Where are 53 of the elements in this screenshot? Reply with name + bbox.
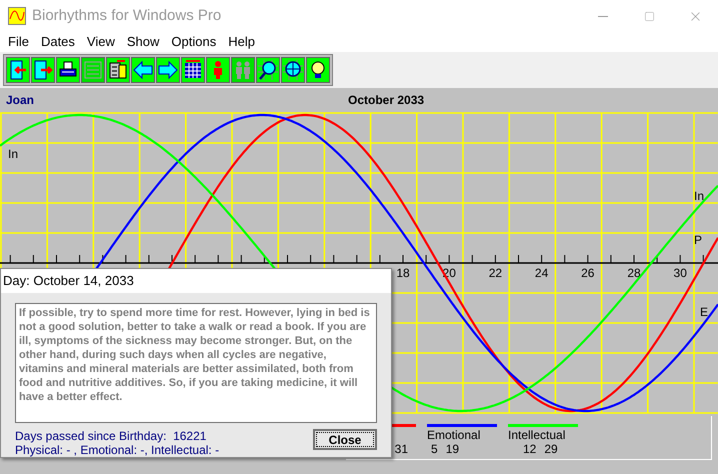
toolbar-button[interactable] — [106, 57, 130, 83]
menu-item[interactable]: Show — [120, 32, 166, 52]
legend-number: 5 — [431, 443, 438, 455]
legend-label: Emotional — [427, 428, 480, 442]
curve-label: P — [694, 233, 702, 247]
menu-item[interactable]: Dates — [34, 32, 81, 52]
two-people-icon — [233, 60, 253, 80]
day-label: 22 — [488, 266, 502, 280]
app-icon — [8, 7, 26, 25]
person-name: Joan — [5, 92, 36, 109]
day-label: 26 — [581, 266, 594, 280]
toolbar-button[interactable] — [256, 57, 280, 83]
legend-number: 12 — [523, 443, 536, 455]
toolbar-button[interactable] — [56, 57, 80, 83]
menu-item[interactable]: Options — [165, 32, 222, 52]
list-icon — [83, 60, 103, 80]
curve-label: In — [8, 147, 18, 161]
magnifier-icon — [258, 60, 278, 80]
menu-item[interactable]: View — [80, 32, 121, 52]
legend-number: 19 — [446, 443, 460, 455]
toolbar-button[interactable] — [156, 57, 180, 83]
arrow-left-icon — [133, 60, 153, 80]
menu-item[interactable]: Help — [222, 32, 261, 52]
database-icon — [108, 60, 128, 80]
menu-item[interactable]: File — [2, 32, 35, 52]
door-arrow-left-icon — [8, 60, 28, 80]
toolbar-button[interactable] — [6, 57, 30, 83]
day-label: 18 — [396, 266, 410, 280]
toolbar-button[interactable] — [131, 57, 155, 83]
legend-number: 31 — [394, 443, 408, 455]
window-title: Biorhythms for Windows Pro — [32, 6, 222, 26]
curve-label: In — [694, 189, 704, 203]
arrow-right-icon — [158, 60, 178, 80]
calendar-icon — [183, 60, 203, 80]
legend-label: Intellectual — [508, 428, 566, 442]
maximize-icon — [644, 10, 654, 22]
toolbar-button[interactable] — [306, 57, 330, 83]
toolbar-button[interactable] — [181, 57, 205, 83]
globe-icon — [283, 60, 303, 80]
close-dialog-button[interactable]: Close — [313, 429, 377, 450]
dialog-title: Day: October 14, 2033 — [3, 272, 134, 290]
toolbar-button[interactable] — [281, 57, 305, 83]
advice-text: If possible, try to spend more time for rest. However, lying in bed is not a good solution, better to take a walk or read a book. If you are ill, symptoms of the sickness may become stronger. But, on the other hand, during such days when all cycles are negative, vitamins and mineral materials are better assimilated, both from food and nutritive additives. So, if you are taking medicine, it will have a better effect. — [19, 306, 371, 404]
days-passed-text: Days passed since Birthday: 16221 — [15, 429, 208, 443]
chart-title: October 2033 — [348, 92, 424, 109]
day-label: 28 — [627, 266, 641, 280]
curve-label: E — [700, 305, 708, 319]
toolbar-button[interactable] — [31, 57, 55, 83]
day-label: 24 — [534, 266, 548, 280]
day-label: 30 — [674, 266, 687, 280]
legend-number: 29 — [544, 443, 558, 455]
cycles-text: Physical: - , Emotional: -, Intellectual: - — [15, 443, 220, 457]
door-arrow-right-icon — [33, 60, 53, 80]
